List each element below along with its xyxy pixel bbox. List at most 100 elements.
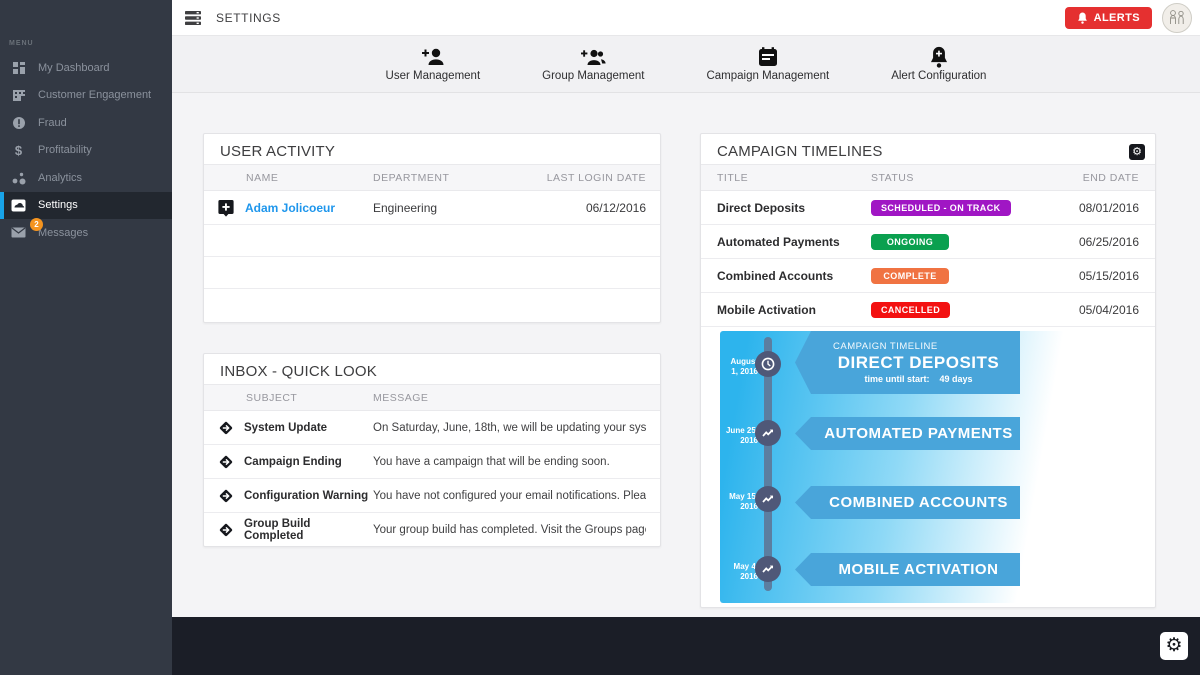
storage-icon: [184, 10, 202, 26]
subnav-campaign-management[interactable]: Campaign Management: [706, 46, 829, 82]
sidebar-nav: My Dashboard Customer Engagement Fraud $…: [0, 54, 172, 247]
bell-plus-icon: [928, 46, 950, 68]
user-activity-header: NAME DEPARTMENT LAST LOGIN DATE: [204, 164, 660, 191]
scatter-icon: [10, 170, 27, 186]
col-status: STATUS: [871, 172, 1047, 184]
group-add-icon: [579, 46, 607, 68]
campaign-timelines-panel: CAMPAIGN TIMELINES ⚙ TITLE STATUS END DA…: [700, 133, 1156, 608]
inbox-message: On Saturday, June, 18th, we will be upda…: [373, 422, 646, 434]
messages-badge: 2: [30, 218, 43, 231]
page-title: SETTINGS: [216, 11, 281, 25]
banner-subtitle-value: 49 days: [939, 374, 972, 384]
campaign-timeline-graphic: August 1, 2016 CAMPAIGN TIMELINE DIRECT …: [720, 331, 1150, 603]
gear-icon[interactable]: ⚙: [1160, 632, 1188, 660]
inbox-subject: Group Build Completed: [244, 518, 373, 542]
settings-subnav: User Management Group Management Campaig…: [172, 36, 1200, 93]
user-name-link[interactable]: Adam Jolicoeur: [245, 201, 335, 215]
diamond-arrow-icon: [218, 488, 234, 504]
gear-icon[interactable]: ⚙: [1129, 144, 1145, 160]
status-badge: COMPLETE: [871, 268, 949, 284]
banner-title: MOBILE ACTIVATION: [817, 561, 1020, 578]
table-row[interactable]: Adam Jolicoeur Engineering 06/12/2016: [204, 191, 660, 225]
sidebar-item-customer-engagement[interactable]: Customer Engagement: [0, 82, 172, 110]
sidebar-item-label: My Dashboard: [38, 62, 110, 74]
footer-bar: ⚙: [172, 617, 1200, 675]
sidebar-item-my-dashboard[interactable]: My Dashboard: [0, 54, 172, 82]
col-end-date: END DATE: [1047, 172, 1139, 184]
banner-title: AUTOMATED PAYMENTS: [817, 425, 1020, 442]
campaign-header: TITLE STATUS END DATE: [701, 164, 1155, 191]
user-activity-panel: USER ACTIVITY NAME DEPARTMENT LAST LOGIN…: [203, 133, 661, 323]
subnav-user-management[interactable]: User Management: [386, 46, 481, 82]
alerts-button[interactable]: ALERTS: [1065, 7, 1152, 29]
banner-title: COMBINED ACCOUNTS: [817, 494, 1020, 511]
sidebar-menu-label: MENU: [9, 40, 34, 47]
sidebar-item-label: Customer Engagement: [38, 89, 151, 101]
subnav-label: Alert Configuration: [891, 70, 986, 82]
banner-subtitle-label: time until start:: [864, 374, 929, 384]
alert-circle-icon: [10, 115, 27, 131]
inbox-row[interactable]: System Update On Saturday, June, 18th, w…: [204, 411, 660, 445]
calendar-icon: [757, 46, 779, 68]
banner-title: DIRECT DEPOSITS: [817, 353, 1020, 373]
dashboard-icon: [10, 60, 27, 76]
inbox-row[interactable]: Campaign Ending You have a campaign that…: [204, 445, 660, 479]
campaign-end-date: 08/01/2016: [1047, 201, 1139, 215]
trending-up-icon: [755, 486, 781, 512]
subnav-label: Campaign Management: [706, 70, 829, 82]
inbox-row[interactable]: Group Build Completed Your group build h…: [204, 513, 660, 547]
subnav-group-management[interactable]: Group Management: [542, 46, 644, 82]
col-department: DEPARTMENT: [373, 172, 543, 184]
trending-up-icon: [755, 420, 781, 446]
sidebar-item-profitability[interactable]: $ Profitability: [0, 137, 172, 165]
col-last-login: LAST LOGIN DATE: [543, 172, 646, 184]
inbox-row[interactable]: Configuration Warning You have not confi…: [204, 479, 660, 513]
campaign-name: Automated Payments: [717, 235, 871, 249]
clock-icon: [755, 351, 781, 377]
col-message: MESSAGE: [373, 392, 646, 404]
inbox-subject: Configuration Warning: [244, 490, 368, 502]
timeline-date: August 1, 2016: [722, 357, 758, 378]
campaign-title: CAMPAIGN TIMELINES: [701, 134, 1155, 164]
timeline-date: June 25, 2016: [722, 426, 758, 447]
col-subject: SUBJECT: [218, 392, 373, 404]
inbox-panel: INBOX - QUICK LOOK SUBJECT MESSAGE Syste…: [203, 353, 661, 547]
inbox-message: You have a campaign that will be ending …: [373, 456, 646, 468]
avatar[interactable]: [1162, 3, 1192, 33]
envelope-icon: 2: [10, 225, 27, 241]
building-icon: [10, 87, 27, 103]
campaign-row[interactable]: Mobile Activation CANCELLED 05/04/2016: [701, 293, 1155, 327]
campaign-end-date: 05/04/2016: [1047, 303, 1139, 317]
main-content: USER ACTIVITY NAME DEPARTMENT LAST LOGIN…: [172, 93, 1200, 617]
subnav-alert-configuration[interactable]: Alert Configuration: [891, 46, 986, 82]
campaign-row[interactable]: Combined Accounts COMPLETE 05/15/2016: [701, 259, 1155, 293]
inbox-message: You have not configured your email notif…: [373, 490, 646, 502]
status-badge: ONGOING: [871, 234, 949, 250]
status-badge: CANCELLED: [871, 302, 950, 318]
timeline-banner[interactable]: AUTOMATED PAYMENTS: [795, 417, 1020, 450]
campaign-name: Direct Deposits: [717, 201, 871, 215]
campaign-row[interactable]: Direct Deposits SCHEDULED - ON TRACK 08/…: [701, 191, 1155, 225]
campaign-end-date: 06/25/2016: [1047, 235, 1139, 249]
person-pin-icon: [218, 199, 234, 217]
inbox-message: Your group build has completed. Visit th…: [373, 524, 646, 536]
trending-up-icon: [755, 556, 781, 582]
sidebar-item-analytics[interactable]: Analytics: [0, 164, 172, 192]
timeline-banner[interactable]: COMBINED ACCOUNTS: [795, 486, 1020, 519]
sidebar-item-label: Messages: [38, 227, 88, 239]
timeline-banner[interactable]: MOBILE ACTIVATION: [795, 553, 1020, 586]
campaign-name: Combined Accounts: [717, 269, 871, 283]
timeline-banner[interactable]: CAMPAIGN TIMELINE DIRECT DEPOSITS time u…: [795, 331, 1020, 394]
sidebar-item-fraud[interactable]: Fraud: [0, 109, 172, 137]
col-name: NAME: [218, 172, 373, 184]
sidebar-item-label: Settings: [38, 199, 78, 211]
campaign-row[interactable]: Automated Payments ONGOING 06/25/2016: [701, 225, 1155, 259]
inbox-title: INBOX - QUICK LOOK: [204, 354, 660, 384]
sidebar-item-label: Analytics: [38, 172, 82, 184]
campaign-name: Mobile Activation: [717, 303, 871, 317]
banner-overline: CAMPAIGN TIMELINE: [817, 341, 1020, 352]
sidebar-item-messages[interactable]: 2 Messages: [0, 219, 172, 247]
campaign-end-date: 05/15/2016: [1047, 269, 1139, 283]
empty-table-row: [204, 289, 660, 321]
sidebar-item-settings[interactable]: Settings: [0, 192, 172, 220]
